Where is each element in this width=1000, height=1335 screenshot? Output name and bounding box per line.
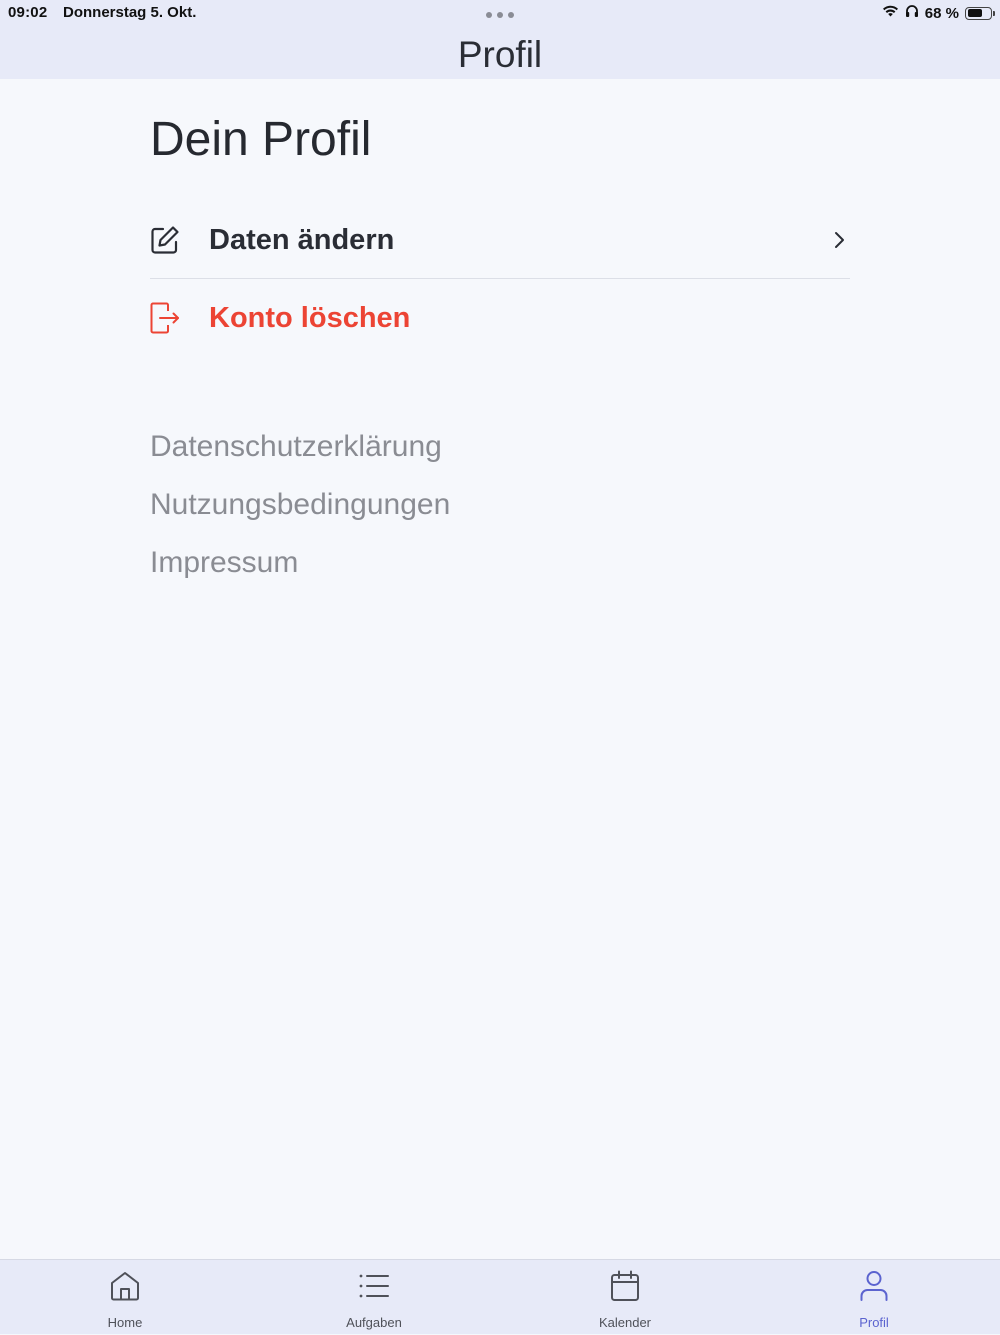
wifi-icon — [882, 4, 899, 22]
tab-home-label: Home — [107, 1315, 143, 1330]
battery-percent: 68 % — [924, 4, 959, 22]
calendar-icon — [609, 1269, 641, 1303]
tab-tasks[interactable]: Aufgaben — [314, 1260, 434, 1335]
multitasking-dots-icon[interactable] — [486, 12, 514, 18]
tab-calendar-label: Kalender — [598, 1315, 652, 1330]
edit-data-row[interactable]: Daten ändern — [150, 202, 850, 279]
edit-icon — [150, 224, 180, 256]
edit-data-label: Daten ändern — [209, 223, 395, 256]
imprint-link[interactable]: Impressum — [150, 546, 298, 580]
tab-tasks-label: Aufgaben — [346, 1315, 402, 1330]
page-heading: Dein Profil — [150, 113, 372, 166]
delete-account-row[interactable]: Konto löschen — [150, 280, 850, 356]
battery-icon — [965, 6, 995, 20]
tab-bar: Home Aufgaben Kalender Profil — [0, 1259, 1000, 1334]
status-indicators: 68 % — [882, 3, 995, 23]
tab-home[interactable]: Home — [65, 1260, 185, 1335]
nav-title: Profil — [457, 34, 543, 75]
status-date: Donnerstag 5. Okt. — [63, 4, 197, 21]
battery-level-fill — [967, 9, 982, 17]
user-icon — [858, 1269, 890, 1303]
headphones-icon — [905, 4, 919, 23]
tab-calendar[interactable]: Kalender — [565, 1260, 685, 1335]
privacy-policy-link[interactable]: Datenschutzerklärung — [150, 430, 442, 464]
status-time: 09:02 — [8, 4, 48, 21]
list-icon — [358, 1269, 390, 1303]
logout-icon — [150, 302, 180, 334]
home-icon — [109, 1269, 141, 1303]
top-header: 09:02 Donnerstag 5. Okt. 68 % Profil — [0, 0, 1000, 79]
delete-account-label: Konto löschen — [209, 301, 411, 334]
terms-of-use-link[interactable]: Nutzungsbedingungen — [150, 488, 450, 522]
tab-profile[interactable]: Profil — [814, 1260, 934, 1335]
chevron-right-icon — [830, 230, 848, 250]
tab-profile-label: Profil — [859, 1315, 889, 1330]
